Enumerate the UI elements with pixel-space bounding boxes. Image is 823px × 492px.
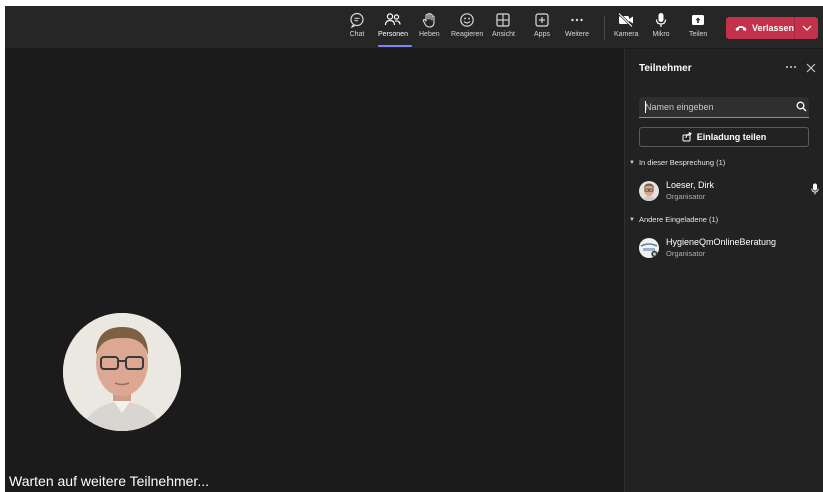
more-dots-icon bbox=[786, 66, 796, 68]
raise-hand-label: Heben bbox=[419, 31, 440, 38]
search-field bbox=[639, 97, 809, 118]
section-label: Andere Eingeladene (1) bbox=[638, 215, 719, 224]
text-caret bbox=[645, 101, 646, 113]
expand-triangle-icon: ▼ bbox=[629, 216, 635, 223]
share-label: Teilen bbox=[689, 31, 708, 38]
chat-label: Chat bbox=[349, 31, 365, 38]
expand-triangle-icon: ▼ bbox=[629, 159, 635, 166]
section-in-meeting[interactable]: ▼ In dieser Besprechung (1) bbox=[629, 158, 725, 167]
section-label: In dieser Besprechung (1) bbox=[638, 158, 726, 167]
view-label: Ansicht bbox=[492, 31, 515, 38]
share-invite-button[interactable]: Einladung teilen bbox=[639, 127, 809, 147]
participant-name: HygieneQmOnlineBeratung bbox=[666, 237, 777, 247]
chat-button[interactable]: Chat bbox=[348, 12, 366, 46]
apps-plus-icon bbox=[533, 12, 551, 28]
apps-button[interactable]: Apps bbox=[533, 12, 551, 46]
people-label: Personen bbox=[378, 31, 408, 38]
share-icon bbox=[682, 132, 692, 142]
participant-avatar-large bbox=[63, 313, 181, 431]
chevron-down-icon bbox=[802, 25, 811, 31]
react-button[interactable]: Reagieren bbox=[451, 12, 483, 46]
microphone-label: Mikro bbox=[652, 31, 670, 38]
people-icon bbox=[384, 12, 402, 28]
section-other-invitees[interactable]: ▼ Andere Eingeladene (1) bbox=[629, 215, 718, 224]
meeting-toolbar: Chat Personen Heben Reagieren Ansicht Ap… bbox=[5, 6, 823, 49]
share-button[interactable]: Teilen bbox=[689, 12, 707, 46]
more-options-label: Weitere bbox=[565, 31, 589, 38]
teams-meeting-window: Chat Personen Heben Reagieren Ansicht Ap… bbox=[5, 6, 823, 492]
more-dots-icon bbox=[568, 12, 586, 28]
toolbar-separator bbox=[604, 16, 605, 40]
leave-label: Verlassen bbox=[751, 23, 794, 33]
camera-button[interactable]: Kamera bbox=[614, 12, 639, 46]
close-icon bbox=[806, 63, 816, 73]
avatar bbox=[639, 238, 659, 258]
share-screen-icon bbox=[689, 12, 707, 28]
camera-label: Kamera bbox=[614, 31, 639, 38]
people-button[interactable]: Personen bbox=[378, 12, 408, 46]
hang-up-icon bbox=[735, 26, 747, 31]
chat-icon bbox=[348, 12, 366, 28]
view-button[interactable]: Ansicht bbox=[492, 12, 515, 46]
waiting-message: Warten auf weitere Teilnehmer... bbox=[9, 473, 209, 489]
panel-close-button[interactable] bbox=[805, 61, 817, 73]
participants-panel: Teilnehmer Einladung teilen ▼ In dieser … bbox=[624, 49, 823, 492]
apps-label: Apps bbox=[534, 31, 550, 38]
meeting-stage: Warten auf weitere Teilnehmer... bbox=[5, 49, 624, 492]
participant-name: Loeser, Dirk bbox=[666, 180, 715, 190]
smiley-icon bbox=[458, 12, 476, 28]
participant-item[interactable]: HygieneQmOnlineBeratung Organisator bbox=[639, 236, 821, 264]
react-label: Reagieren bbox=[451, 31, 484, 38]
more-options-button[interactable]: Weitere bbox=[565, 12, 589, 46]
search-icon[interactable] bbox=[796, 101, 807, 112]
search-input[interactable] bbox=[645, 99, 790, 114]
raise-hand-button[interactable]: Heben bbox=[419, 12, 440, 46]
participant-role: Organisator bbox=[666, 192, 706, 201]
avatar bbox=[639, 181, 659, 201]
microphone-icon bbox=[652, 12, 670, 28]
raise-hand-icon bbox=[420, 12, 438, 28]
camera-off-icon bbox=[617, 12, 635, 28]
participant-role: Organisator bbox=[666, 249, 706, 258]
active-tab-indicator bbox=[378, 45, 412, 47]
microphone-button[interactable]: Mikro bbox=[652, 12, 670, 46]
leave-button[interactable]: Verlassen bbox=[726, 17, 794, 39]
panel-more-button[interactable] bbox=[785, 61, 797, 76]
leave-options-dropdown[interactable] bbox=[795, 17, 818, 39]
share-invite-label: Einladung teilen bbox=[696, 132, 767, 142]
leave-button-group: Verlassen bbox=[726, 17, 818, 39]
panel-title: Teilnehmer bbox=[639, 63, 692, 74]
microphone-icon bbox=[811, 183, 819, 195]
view-grid-icon bbox=[494, 12, 512, 28]
participant-item[interactable]: Loeser, Dirk Organisator bbox=[639, 179, 821, 207]
